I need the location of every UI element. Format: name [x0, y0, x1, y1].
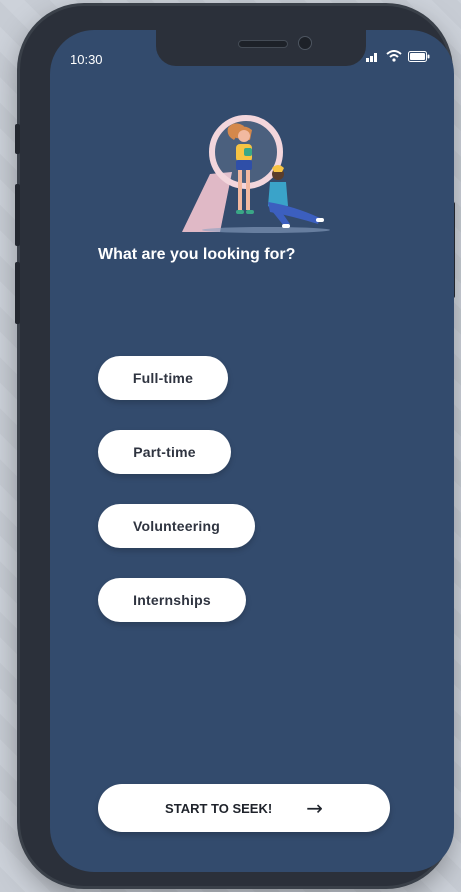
option-full-time-button[interactable]: Full-time [98, 356, 228, 400]
volume-up-button [15, 184, 20, 246]
option-volunteering-button[interactable]: Volunteering [98, 504, 255, 548]
battery-icon [408, 50, 430, 62]
page-background: 10:30 What are you looking for? Full-tim… [0, 0, 461, 892]
status-time: 10:30 [70, 52, 103, 67]
phone-notch [156, 30, 366, 66]
phone-frame: 10:30 What are you looking for? Full-tim… [15, 6, 455, 886]
start-to-seek-button[interactable]: START TO SEEK! → [98, 784, 390, 832]
app-screen: 10:30 What are you looking for? Full-tim… [50, 30, 454, 872]
start-button-label: START TO SEEK! [165, 800, 273, 816]
volume-down-button [15, 262, 20, 324]
mute-switch [15, 124, 20, 154]
option-part-time-button[interactable]: Part-time [98, 430, 231, 474]
speaker-grille [238, 40, 288, 48]
signal-icon [366, 52, 377, 62]
magnifying-glass-people-illustration [182, 115, 330, 233]
option-internships-button[interactable]: Internships [98, 578, 246, 622]
front-camera [298, 36, 312, 50]
arrow-right-icon: → [306, 796, 323, 820]
wifi-icon [386, 50, 402, 62]
question-heading: What are you looking for? [98, 246, 296, 263]
status-icons [366, 50, 430, 62]
